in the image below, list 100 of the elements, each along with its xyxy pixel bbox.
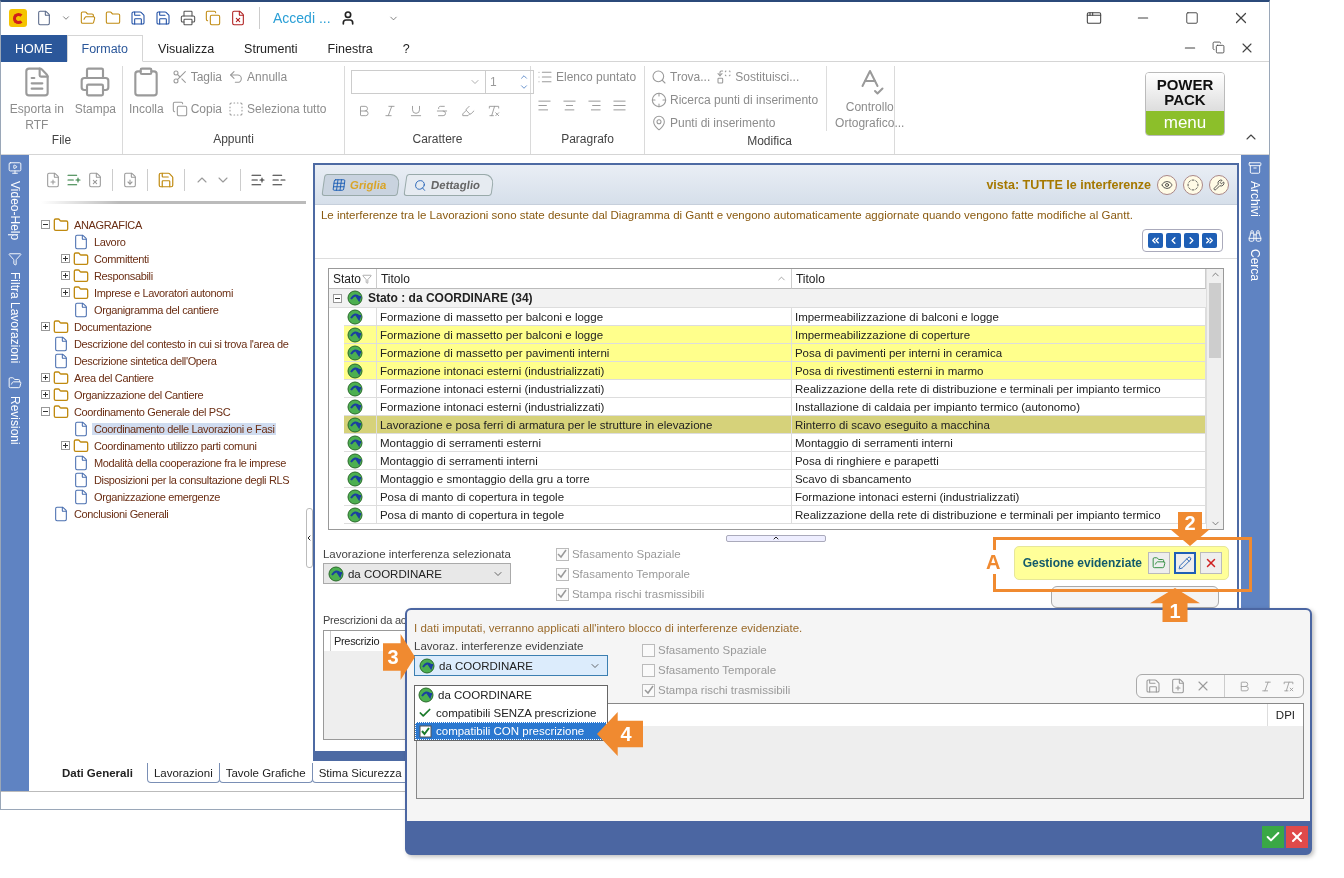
tree-item[interactable]: Organigramma del cantiere xyxy=(91,303,221,316)
expand-toggle[interactable] xyxy=(40,390,50,399)
tree-item[interactable]: Organizzazione emergenze xyxy=(91,490,223,503)
save-icon[interactable] xyxy=(155,10,171,26)
side-tab[interactable]: Archivi xyxy=(1248,161,1262,217)
window-icon[interactable] xyxy=(1086,10,1102,26)
table-cell[interactable]: Montaggio di serramenti esterni xyxy=(376,434,792,452)
collapse-toggle[interactable] xyxy=(332,293,342,303)
table-cell[interactable]: Formazione di massetto per balconi e logge xyxy=(376,326,792,344)
last-button[interactable] xyxy=(1202,233,1218,248)
tree-item[interactable]: Coordinamento Generale del PSC xyxy=(71,405,233,418)
tree-item[interactable]: Lavoro xyxy=(91,235,128,248)
tree-item[interactable]: Responsabili xyxy=(91,269,155,282)
expand-toggle[interactable] xyxy=(60,441,70,450)
expand-toggle[interactable] xyxy=(60,288,70,297)
table-cell[interactable]: Rinterro di scavo eseguito a macchina xyxy=(791,416,1207,434)
import-icon[interactable] xyxy=(121,172,138,188)
status-cell[interactable] xyxy=(343,416,377,434)
table-cell[interactable]: Formazione di massetto per balconi e logge xyxy=(376,308,792,326)
ribbon-tab[interactable]: Finestra xyxy=(312,35,388,62)
add-list-icon[interactable] xyxy=(65,172,82,188)
folder-icon[interactable] xyxy=(105,10,121,26)
sheet-tab[interactable]: Lavorazioni xyxy=(146,763,220,783)
save-icon[interactable] xyxy=(130,10,146,26)
status-cell[interactable] xyxy=(343,380,377,398)
first-button[interactable] xyxy=(1148,233,1164,248)
column-header[interactable]: Prescrizio xyxy=(329,631,380,651)
ribbon-tab[interactable]: Formato xyxy=(66,35,144,62)
column-header[interactable]: Titolo xyxy=(791,269,1207,289)
status-select[interactable]: da COORDINARE xyxy=(322,563,511,584)
table-cell[interactable]: Installazione di caldaia per impianto termico (autonomo) xyxy=(791,398,1207,416)
tool-button[interactable] xyxy=(1174,552,1197,574)
table-cell[interactable]: Formazione intonaci esterni (industrializzati) xyxy=(376,398,792,416)
new-document-icon[interactable] xyxy=(36,10,52,26)
table-cell[interactable]: Montaggio e smontaggio della gru a torre xyxy=(376,470,792,488)
delete-icon[interactable] xyxy=(86,172,103,188)
splitter-handle[interactable] xyxy=(726,534,826,542)
delete-document-icon[interactable] xyxy=(230,10,246,26)
ok-button[interactable] xyxy=(1262,826,1284,848)
table-cell[interactable]: Posa di rivestimenti esterni in marmo xyxy=(791,362,1207,380)
table-cell[interactable]: Lavorazione e posa ferri di armatura per le strutture in elevazione xyxy=(376,416,792,434)
expand-toggle[interactable] xyxy=(60,254,70,263)
table-cell[interactable]: Formazione di massetto per pavimenti interni xyxy=(376,344,792,362)
splitter-handle[interactable] xyxy=(305,508,313,568)
scrollbar-thumb[interactable] xyxy=(1209,283,1222,358)
status-cell[interactable] xyxy=(343,488,377,506)
restore-icon[interactable] xyxy=(1212,41,1225,54)
tree-item[interactable]: Coordinamento utilizzo parti comuni xyxy=(91,439,259,452)
expand-toggle[interactable] xyxy=(40,322,50,331)
tree-item[interactable]: Area del Cantiere xyxy=(71,371,156,384)
ribbon-tab[interactable]: Visualizza xyxy=(143,35,230,62)
collapse-toggle[interactable] xyxy=(40,407,50,416)
status-cell[interactable] xyxy=(343,362,377,380)
view-button[interactable] xyxy=(1157,174,1178,195)
status-cell[interactable] xyxy=(343,308,377,326)
status-cell[interactable] xyxy=(343,452,377,470)
side-tab[interactable]: Revisioni xyxy=(7,375,22,445)
scrollbar[interactable] xyxy=(1206,269,1224,529)
ribbon-tab[interactable]: ? xyxy=(387,35,425,62)
previous-button[interactable] xyxy=(1166,233,1182,248)
side-tab[interactable]: Filtra Lavorazioni xyxy=(7,252,22,364)
side-tab[interactable]: Cerca xyxy=(1248,229,1262,282)
table-cell[interactable]: Montaggio di serramenti interni xyxy=(376,452,792,470)
status-cell[interactable] xyxy=(343,344,377,362)
status-cell[interactable] xyxy=(343,434,377,452)
expand-toggle[interactable] xyxy=(40,373,50,382)
status-select[interactable]: da COORDINARE xyxy=(414,655,608,676)
dropdown-option[interactable]: compatibili CON prescrizione xyxy=(415,722,607,740)
table-cell[interactable]: Posa di ringhiere e parapetti xyxy=(791,452,1207,470)
tool-button[interactable] xyxy=(1148,552,1171,574)
table-cell[interactable]: Posa di manto di copertura in tegole xyxy=(376,488,792,506)
tree-item[interactable]: Descrizione del contesto in cui si trova l'area de xyxy=(71,337,291,350)
table-cell[interactable]: Impermeabilizzazione di balconi e logge xyxy=(791,308,1207,326)
tree-item[interactable]: Coordinamento delle Lavorazioni e Fasi xyxy=(91,422,277,435)
column-header[interactable]: Stato xyxy=(328,269,377,289)
view-button[interactable] xyxy=(1209,174,1230,195)
tree-item[interactable]: ANAGRAFICA xyxy=(71,218,144,231)
table-cell[interactable]: Formazione intonaci esterni (industrializzati) xyxy=(376,362,792,380)
tree-item[interactable]: Organizzazione del Cantiere xyxy=(71,388,206,401)
collapse-toggle[interactable] xyxy=(40,220,50,229)
status-cell[interactable] xyxy=(343,470,377,488)
expand-toggle[interactable] xyxy=(60,271,70,280)
tree-item[interactable]: Imprese e Lavoratori autonomi xyxy=(91,286,235,299)
ribbon-tab[interactable]: HOME xyxy=(1,35,67,62)
tree-item[interactable]: Conclusioni Generali xyxy=(71,507,171,520)
status-cell[interactable] xyxy=(343,506,377,524)
collapse-all-icon[interactable] xyxy=(270,172,287,188)
save-icon[interactable] xyxy=(156,171,175,189)
table-cell[interactable]: Posa di pavimenti per interni in ceramica xyxy=(791,344,1207,362)
dropdown-icon[interactable] xyxy=(61,13,71,23)
view-button[interactable] xyxy=(1183,174,1204,195)
table-cell[interactable]: Formazione intonaci esterni (industrializzati) xyxy=(791,488,1207,506)
dropdown-option[interactable]: da COORDINARE xyxy=(415,686,607,704)
expand-all-icon[interactable] xyxy=(249,172,266,188)
folder-icon[interactable] xyxy=(80,10,96,26)
tree-item[interactable]: Descrizione sintetica dell'Opera xyxy=(71,354,219,367)
table-cell[interactable]: Montaggio di serramenti interni xyxy=(791,434,1207,452)
next-button[interactable] xyxy=(1184,233,1200,248)
tree-item[interactable]: Documentazione xyxy=(71,320,154,333)
table-cell[interactable]: Posa di manto di copertura in tegole xyxy=(376,506,792,524)
